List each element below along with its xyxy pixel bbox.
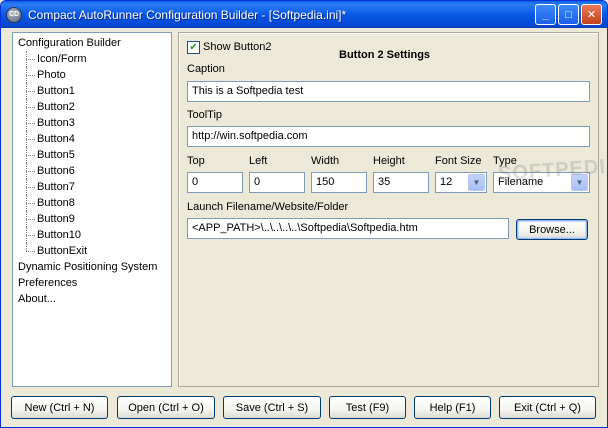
tree-item-dynamic-positioning-system[interactable]: Dynamic Positioning System <box>18 259 171 275</box>
show-button2-label: Show Button2 <box>203 41 272 53</box>
tree-item-buttonexit[interactable]: ButtonExit <box>18 243 171 259</box>
height-input[interactable]: 35 <box>373 172 429 193</box>
tree-item-about[interactable]: About... <box>18 291 171 307</box>
tree-item-button3[interactable]: Button3 <box>18 115 171 131</box>
tree-item-preferences[interactable]: Preferences <box>18 275 171 291</box>
height-label: Height <box>373 155 405 167</box>
exit-button[interactable]: Exit (Ctrl + Q) <box>499 396 596 419</box>
test-button[interactable]: Test (F9) <box>329 396 406 419</box>
app-window: CD Compact AutoRunner Configuration Buil… <box>0 0 608 428</box>
top-label: Top <box>187 155 205 167</box>
tree-item-button4[interactable]: Button4 <box>18 131 171 147</box>
maximize-button[interactable]: □ <box>558 4 579 25</box>
font-size-label: Font Size <box>435 155 482 167</box>
tooltip-label: ToolTip <box>187 109 223 121</box>
help-button[interactable]: Help (F1) <box>414 396 491 419</box>
tree-item-button10[interactable]: Button10 <box>18 227 171 243</box>
font-size-value: 12 <box>440 176 453 188</box>
window-title: Compact AutoRunner Configuration Builder… <box>28 7 347 22</box>
font-size-select[interactable]: 12 ▼ <box>435 172 487 193</box>
launch-label: Launch Filename/Website/Folder <box>187 201 349 213</box>
tooltip-input[interactable]: http://win.softpedia.com <box>187 126 590 147</box>
tree-item-button9[interactable]: Button9 <box>18 211 171 227</box>
settings-heading: Button 2 Settings <box>339 49 431 61</box>
tree-item-button2[interactable]: Button2 <box>18 99 171 115</box>
launch-path-input[interactable]: <APP_PATH>\..\..\..\..\Softpedia\Softped… <box>187 218 509 239</box>
left-input[interactable]: 0 <box>249 172 305 193</box>
show-button2-checkbox[interactable]: ✔ <box>187 41 200 54</box>
minimize-button[interactable]: _ <box>535 4 556 25</box>
button-settings-panel: ✔ Show Button2 Button 2 Settings Caption… <box>178 32 599 387</box>
app-icon[interactable]: CD <box>6 6 22 23</box>
tree-item-icon-form[interactable]: Icon/Form <box>18 51 171 67</box>
left-label: Left <box>249 155 268 167</box>
tree-item-button8[interactable]: Button8 <box>18 195 171 211</box>
chevron-down-icon[interactable]: ▼ <box>468 174 485 191</box>
top-input[interactable]: 0 <box>187 172 243 193</box>
window-controls: _ □ ✕ <box>535 4 602 25</box>
tree-item-button1[interactable]: Button1 <box>18 83 171 99</box>
title-bar[interactable]: CD Compact AutoRunner Configuration Buil… <box>1 1 607 28</box>
navigation-tree[interactable]: Configuration Builder Icon/Form Photo Butto… <box>12 32 172 387</box>
caption-label: Caption <box>187 63 225 75</box>
tree-item-photo[interactable]: Photo <box>18 67 171 83</box>
save-button[interactable]: Save (Ctrl + S) <box>223 396 321 419</box>
tree-item-configuration-builder[interactable]: Configuration Builder <box>18 35 171 51</box>
open-button[interactable]: Open (Ctrl + O) <box>117 396 215 419</box>
caption-input[interactable]: This is a Softpedia test <box>187 81 590 102</box>
tree-item-button6[interactable]: Button6 <box>18 163 171 179</box>
width-input[interactable]: 150 <box>311 172 367 193</box>
browse-button[interactable]: Browse... <box>516 219 588 240</box>
new-button[interactable]: New (Ctrl + N) <box>11 396 108 419</box>
tree-item-button7[interactable]: Button7 <box>18 179 171 195</box>
width-label: Width <box>311 155 340 167</box>
tree-item-button5[interactable]: Button5 <box>18 147 171 163</box>
close-button[interactable]: ✕ <box>581 4 602 25</box>
